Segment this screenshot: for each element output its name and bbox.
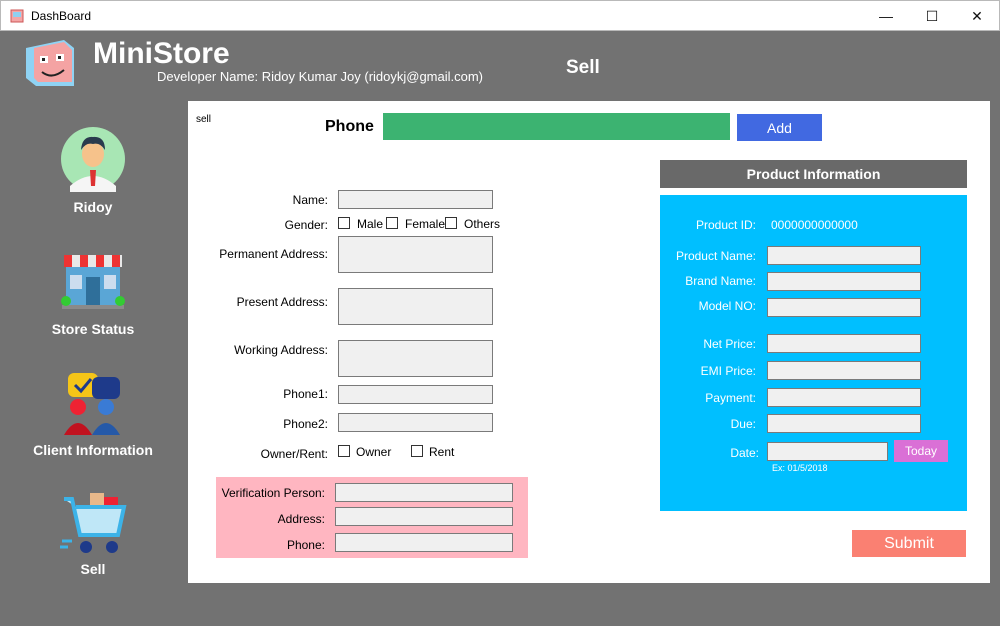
payment-label: Payment:: [705, 391, 756, 405]
permanent-address-label: Permanent Address:: [219, 247, 328, 261]
gender-male-checkbox[interactable]: [338, 217, 350, 229]
emi-price-input[interactable]: [767, 361, 921, 380]
window-title: DashBoard: [31, 9, 92, 23]
phone2-label: Phone2:: [283, 417, 328, 431]
model-no-input[interactable]: [767, 298, 921, 317]
product-info-panel: Product ID: 0000000000000 Product Name: …: [660, 195, 967, 511]
app-client-area: MiniStore Developer Name: Ridoy Kumar Jo…: [0, 31, 1000, 626]
sidebar-item-label: Store Status: [51, 321, 135, 337]
date-hint: Ex: 01/5/2018: [772, 463, 828, 473]
verification-person-input[interactable]: [335, 483, 513, 502]
submit-button-label: Submit: [884, 534, 934, 552]
sell-panel: sell Phone Add Name: Gender: Male Female…: [188, 101, 990, 583]
phone-search-input[interactable]: [383, 113, 730, 140]
maximize-icon: ☐: [925, 7, 939, 24]
working-address-label: Working Address:: [234, 343, 328, 357]
due-label: Due:: [730, 417, 756, 431]
submit-button[interactable]: Submit: [852, 530, 966, 557]
minimize-icon: —: [879, 8, 893, 24]
verification-panel: Verification Person: Address: Phone:: [216, 477, 528, 558]
brand-name-label: Brand Name:: [685, 274, 756, 288]
maximize-button[interactable]: ☐: [909, 1, 955, 31]
verification-person-label: Verification Person:: [221, 486, 325, 500]
name-input[interactable]: [338, 190, 493, 209]
sidebar-item-sell[interactable]: Sell: [0, 491, 186, 581]
app-icon: [10, 9, 24, 23]
phone-search-label: Phone: [325, 118, 374, 135]
add-button[interactable]: Add: [737, 114, 822, 141]
gender-female-checkbox[interactable]: [386, 217, 398, 229]
user-avatar-icon: [61, 127, 125, 192]
due-input[interactable]: [767, 414, 921, 433]
gender-female-label: Female: [405, 217, 446, 231]
sidebar-item-client-information[interactable]: Client Information: [0, 371, 186, 461]
product-name-input[interactable]: [767, 246, 921, 265]
add-button-label: Add: [767, 119, 792, 136]
today-button[interactable]: Today: [894, 440, 948, 462]
page-title: Sell: [566, 57, 600, 78]
product-id-value: 0000000000000: [771, 218, 858, 232]
rent-label: Rent: [429, 445, 455, 459]
minimize-button[interactable]: —: [863, 1, 909, 31]
date-label: Date:: [730, 446, 759, 460]
model-no-label: Model NO:: [698, 299, 756, 313]
present-address-label: Present Address:: [236, 295, 328, 309]
permanent-address-input[interactable]: [338, 236, 493, 273]
working-address-input[interactable]: [338, 340, 493, 377]
net-price-input[interactable]: [767, 334, 921, 353]
shopping-cart-icon: [60, 493, 127, 553]
gender-others-checkbox[interactable]: [445, 217, 457, 229]
brand-name: MiniStore: [93, 37, 230, 70]
today-button-label: Today: [904, 444, 938, 458]
gender-label: Gender:: [284, 218, 328, 232]
verification-address-input[interactable]: [335, 507, 513, 526]
gender-others-label: Others: [464, 217, 501, 231]
sidebar-item-label: Ridoy: [73, 199, 113, 215]
close-icon: ✕: [971, 7, 983, 24]
verification-phone-label: Phone:: [286, 538, 325, 552]
payment-input[interactable]: [767, 388, 921, 407]
net-price-label: Net Price:: [703, 337, 756, 351]
present-address-input[interactable]: [338, 288, 493, 325]
product-name-label: Product Name:: [675, 249, 756, 263]
sidebar-item-label: Sell: [80, 561, 106, 577]
phone2-input[interactable]: [338, 413, 493, 432]
panel-tag: sell: [196, 114, 212, 125]
gender-male-label: Male: [357, 217, 384, 231]
brand-name-input[interactable]: [767, 272, 921, 291]
verification-phone-input[interactable]: [335, 533, 513, 552]
ministore-logo-icon: [26, 40, 74, 86]
owner-checkbox[interactable]: [338, 445, 350, 457]
name-label: Name:: [292, 193, 328, 207]
product-info-title: Product Information: [746, 166, 881, 182]
store-icon: [61, 255, 125, 309]
sidebar-item-store-status[interactable]: Store Status: [0, 251, 186, 341]
phone1-label: Phone1:: [283, 387, 328, 401]
sidebar-item-ridoy[interactable]: Ridoy: [0, 126, 186, 216]
client-chat-icon: [64, 373, 120, 435]
owner-rent-label: Owner/Rent:: [260, 447, 328, 461]
product-id-label: Product ID:: [695, 218, 756, 232]
verification-address-label: Address:: [277, 512, 325, 526]
owner-label: Owner: [356, 445, 392, 459]
product-info-header: Product Information: [660, 160, 967, 188]
developer-info: Developer Name: Ridoy Kumar Joy (ridoykj…: [157, 69, 484, 84]
phone1-input[interactable]: [338, 385, 493, 404]
emi-price-label: EMI Price:: [700, 364, 756, 378]
close-button[interactable]: ✕: [954, 1, 1000, 31]
window-titlebar: DashBoard — ☐ ✕: [0, 0, 1000, 31]
sidebar-item-label: Client Information: [33, 442, 153, 458]
rent-checkbox[interactable]: [411, 445, 423, 457]
date-input[interactable]: [767, 442, 888, 461]
